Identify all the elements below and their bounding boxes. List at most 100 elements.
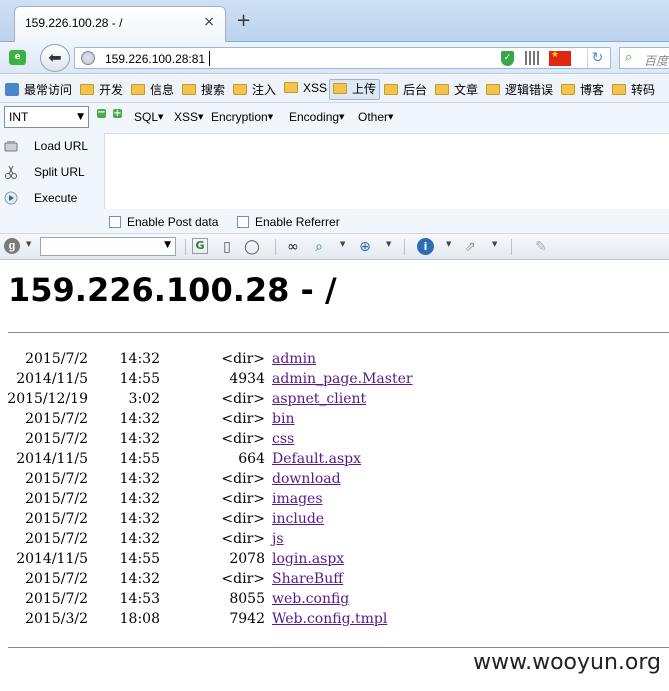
listing-row: 2015/3/2 18:08 7942 Web.config.tmpl xyxy=(0,611,669,631)
bookmark-folder[interactable]: 搜索 xyxy=(182,81,225,99)
entry-size: 2078 xyxy=(229,551,265,567)
folder-icon xyxy=(182,84,196,95)
entry-link[interactable]: bin xyxy=(272,411,294,427)
bookmark-folder[interactable]: 注入 xyxy=(233,81,276,99)
back-button[interactable]: ⬅ xyxy=(40,44,70,72)
pen-icon[interactable]: ✎ xyxy=(532,238,550,256)
menu-xss[interactable]: XSS▼ xyxy=(174,110,203,124)
entry-link[interactable]: admin xyxy=(272,351,316,367)
entry-link[interactable]: web.config xyxy=(272,591,349,607)
speech-bubble-icon[interactable]: ◯ xyxy=(243,238,261,256)
folder-icon xyxy=(612,84,626,95)
google-icon[interactable]: g xyxy=(4,238,20,254)
entry-time: 14:55 xyxy=(119,371,160,387)
bookmark-folder-active[interactable]: 上传 xyxy=(329,79,381,100)
entry-date: 2015/12/19 xyxy=(7,391,88,407)
entry-date: 2014/11/5 xyxy=(16,371,88,387)
entry-time: 14:32 xyxy=(119,511,160,527)
folder-icon xyxy=(435,84,449,95)
separator xyxy=(511,239,512,255)
binoculars-icon[interactable]: ∞ xyxy=(284,238,302,256)
type-select[interactable]: INT ▼ xyxy=(4,106,89,128)
listing-row: 2015/7/2 14:32 <dir> include xyxy=(0,511,669,531)
toolbar-search-input[interactable]: ▼ xyxy=(40,237,176,256)
listing-row: 2015/7/2 14:32 <dir> bin xyxy=(0,411,669,431)
entry-date: 2015/3/2 xyxy=(25,611,88,627)
menu-encryption[interactable]: Encryption▼ xyxy=(211,110,273,124)
bookmark-folder[interactable]: XSS xyxy=(284,81,327,99)
china-flag-icon[interactable]: ★ xyxy=(549,50,571,66)
entry-size: <dir> xyxy=(221,531,265,547)
chevron-down-icon[interactable]: ▼ xyxy=(26,240,31,248)
tab-title: 159.226.100.28 - / xyxy=(25,16,123,30)
refresh-icon[interactable]: ↻ xyxy=(587,49,607,68)
app-logo-icon[interactable]: e xyxy=(9,50,26,65)
bookmark-most-visited[interactable]: 最常访问 xyxy=(5,81,72,99)
magnifier-icon[interactable]: ⌕ xyxy=(310,238,328,256)
menu-encoding[interactable]: Encoding▼ xyxy=(289,110,344,124)
arrow-left-icon: ⬅ xyxy=(48,48,62,67)
google-search-icon[interactable]: G xyxy=(192,238,208,254)
entry-date: 2015/7/2 xyxy=(25,511,88,527)
entry-size: <dir> xyxy=(221,411,265,427)
entry-date: 2015/7/2 xyxy=(25,531,88,547)
entry-time: 3:02 xyxy=(128,391,160,407)
entry-link[interactable]: aspnet_client xyxy=(272,391,366,407)
entry-date: 2015/7/2 xyxy=(25,471,88,487)
entry-link[interactable]: css xyxy=(272,431,294,447)
tab-close-icon[interactable]: × xyxy=(203,14,215,30)
bookmark-folder[interactable]: 后台 xyxy=(384,81,427,99)
document-icon[interactable]: ▯ xyxy=(218,238,236,256)
entry-link[interactable]: admin_page.Master xyxy=(272,371,413,387)
menu-other[interactable]: Other▼ xyxy=(358,110,393,124)
folder-icon xyxy=(486,84,500,95)
new-tab-button[interactable]: + xyxy=(236,10,251,31)
chevron-down-icon[interactable]: ▼ xyxy=(492,240,497,248)
entry-link[interactable]: Default.aspx xyxy=(272,451,361,467)
decrease-button[interactable]: − xyxy=(97,108,106,118)
share-icon[interactable]: ⇗ xyxy=(461,238,479,256)
entry-time: 14:32 xyxy=(119,431,160,447)
bookmark-folder[interactable]: 博客 xyxy=(561,81,604,99)
chevron-down-icon[interactable]: ▼ xyxy=(340,240,345,248)
url-text[interactable]: 159.226.100.28:81 xyxy=(105,52,205,66)
entry-size: <dir> xyxy=(221,471,265,487)
shield-icon[interactable]: ✓ xyxy=(501,51,514,66)
chevron-down-icon[interactable]: ▼ xyxy=(386,240,391,248)
bookmark-folder[interactable]: 信息 xyxy=(131,81,174,99)
chevron-down-icon[interactable]: ▼ xyxy=(446,240,451,248)
info-icon[interactable]: i xyxy=(417,238,434,255)
entry-link[interactable]: js xyxy=(272,531,284,547)
entry-size: <dir> xyxy=(221,491,265,507)
page-title: 159.226.100.28 - / xyxy=(8,271,337,309)
bookmark-folder[interactable]: 开发 xyxy=(80,81,123,99)
enable-referrer-checkbox[interactable]: Enable Referrer xyxy=(237,215,340,229)
url-textarea[interactable] xyxy=(104,133,669,209)
listing-row: 2015/12/19 3:02 <dir> aspnet_client xyxy=(0,391,669,411)
folder-icon xyxy=(233,84,247,95)
tab-active[interactable]: 159.226.100.28 - / × xyxy=(14,6,226,42)
search-box[interactable]: ⌕ 百度 xyxy=(619,47,669,69)
entry-time: 14:53 xyxy=(119,591,160,607)
zoom-in-icon[interactable]: ⊕ xyxy=(356,238,374,256)
entry-link[interactable]: login.aspx xyxy=(272,551,344,567)
bookmark-folder[interactable]: 转码 xyxy=(612,81,655,99)
tab-strip: 159.226.100.28 - / × + xyxy=(0,0,669,42)
checkbox[interactable] xyxy=(109,216,121,228)
bookmark-folder[interactable]: 文章 xyxy=(435,81,478,99)
menu-sql[interactable]: SQL▼ xyxy=(134,110,163,124)
listing-row: 2015/7/2 14:32 <dir> images xyxy=(0,491,669,511)
entry-link[interactable]: download xyxy=(272,471,341,487)
increase-button[interactable]: + xyxy=(113,109,122,119)
entry-link[interactable]: include xyxy=(272,511,324,527)
listing-row: 2014/11/5 14:55 664 Default.aspx xyxy=(0,451,669,471)
qr-code-icon[interactable] xyxy=(525,51,539,65)
enable-post-checkbox[interactable]: Enable Post data xyxy=(109,215,218,229)
bookmark-folder[interactable]: 逻辑错误 xyxy=(486,81,553,99)
entry-link[interactable]: ShareBuff xyxy=(272,571,343,587)
checkbox[interactable] xyxy=(237,216,249,228)
entry-link[interactable]: Web.config.tmpl xyxy=(272,611,387,627)
address-bar[interactable]: 159.226.100.28:81 ✓ ★ ↻ xyxy=(74,47,611,69)
scissors-icon xyxy=(5,165,17,179)
entry-link[interactable]: images xyxy=(272,491,323,507)
